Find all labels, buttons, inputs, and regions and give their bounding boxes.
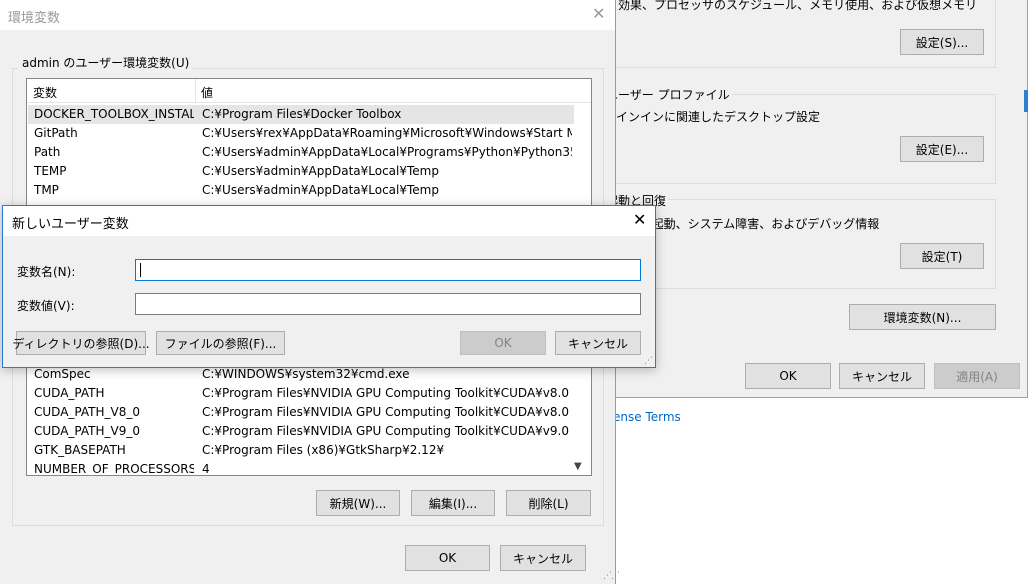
new-var-dialog-title: 新しいユーザー変数: [12, 217, 129, 232]
text-caret: [140, 263, 141, 277]
edit-variable-button[interactable]: 編集(I)...: [411, 490, 495, 516]
env-ok-button[interactable]: OK: [405, 545, 490, 571]
variable-name: ComSpec: [34, 367, 91, 381]
variable-name: CUDA_PATH: [34, 386, 105, 400]
variable-name: Path: [34, 145, 61, 159]
user-profile-heading: ユーザー プロファイル: [604, 86, 732, 103]
variable-value: C:¥Users¥admin¥AppData¥Local¥Temp: [202, 164, 439, 178]
new-user-variable-dialog: 新しいユーザー変数 ✕ 変数名(N): 変数値(V): ディレクトリの参照(D)…: [2, 205, 656, 368]
window-edge-accent: [1024, 90, 1028, 112]
user-profile-description: サインインに関連したデスクトップ設定: [604, 110, 821, 124]
variable-name-field[interactable]: [135, 259, 641, 281]
variable-value-field[interactable]: [135, 293, 641, 315]
startup-recovery-settings-button[interactable]: 設定(T): [900, 243, 984, 269]
resize-grip-icon[interactable]: ⋰⋰: [603, 571, 620, 581]
resize-grip-icon[interactable]: ⋰: [644, 356, 653, 366]
variable-value: C:¥Users¥admin¥AppData¥Local¥Programs¥Py…: [202, 145, 572, 159]
performance-settings-button[interactable]: 設定(S)...: [900, 29, 984, 55]
new-var-ok-button[interactable]: OK: [460, 331, 546, 355]
table-row[interactable]: CUDA_PATH C:¥Program Files¥NVIDIA GPU Co…: [28, 384, 574, 403]
table-row[interactable]: NUMBER_OF_PROCESSORS 4: [28, 460, 574, 476]
variable-value-label: 変数値(V):: [17, 299, 75, 313]
variable-value: C:¥Program Files¥NVIDIA GPU Computing To…: [202, 386, 569, 400]
variable-value: C:¥Program Files¥NVIDIA GPU Computing To…: [202, 405, 569, 419]
browse-file-button[interactable]: ファイルの参照(F)...: [156, 331, 285, 355]
user-variables-label: admin のユーザー環境変数(U): [18, 54, 194, 71]
list-header: 変数 値: [27, 79, 591, 103]
variable-name: CUDA_PATH_V8_0: [34, 405, 140, 419]
system-apply-button[interactable]: 適用(A): [934, 363, 1020, 389]
new-var-close-icon[interactable]: ✕: [633, 210, 646, 229]
variable-name: GitPath: [34, 126, 78, 140]
new-var-cancel-button[interactable]: キャンセル: [555, 331, 641, 355]
table-row[interactable]: TMP C:¥Users¥admin¥AppData¥Local¥Temp: [28, 181, 574, 200]
variable-name-label: 変数名(N):: [17, 265, 76, 279]
variable-name: TMP: [34, 183, 59, 197]
table-row[interactable]: CUDA_PATH_V9_0 C:¥Program Files¥NVIDIA G…: [28, 422, 574, 441]
license-terms-link[interactable]: ense Terms: [613, 410, 681, 424]
new-var-title-bar: 新しいユーザー変数 ✕: [3, 206, 655, 236]
user-profile-settings-button[interactable]: 設定(E)...: [900, 136, 984, 162]
column-divider[interactable]: [195, 79, 196, 103]
system-ok-button[interactable]: OK: [745, 363, 831, 389]
system-cancel-button[interactable]: キャンセル: [839, 363, 925, 389]
table-row[interactable]: GitPath C:¥Users¥rex¥AppData¥Roaming¥Mic…: [28, 124, 574, 143]
variable-value: C:¥Program Files¥Docker Toolbox: [202, 107, 402, 121]
table-row[interactable]: CUDA_PATH_V8_0 C:¥Program Files¥NVIDIA G…: [28, 403, 574, 422]
variable-name: DOCKER_TOOLBOX_INSTALL...: [34, 107, 194, 121]
system-variables-list[interactable]: ComSpec C:¥WINDOWS¥system32¥cmd.exe CUDA…: [26, 362, 592, 476]
env-cancel-button[interactable]: キャンセル: [500, 545, 586, 571]
table-row[interactable]: TEMP C:¥Users¥admin¥AppData¥Local¥Temp: [28, 162, 574, 181]
variable-name: CUDA_PATH_V9_0: [34, 424, 140, 438]
variable-value: C:¥WINDOWS¥system32¥cmd.exe: [202, 367, 410, 381]
delete-variable-button[interactable]: 削除(L): [506, 490, 591, 516]
env-close-icon[interactable]: ✕: [592, 4, 605, 23]
table-row[interactable]: DOCKER_TOOLBOX_INSTALL... C:¥Program Fil…: [28, 105, 574, 124]
table-row[interactable]: Path C:¥Users¥admin¥AppData¥Local¥Progra…: [28, 143, 574, 162]
variable-name: GTK_BASEPATH: [34, 443, 126, 457]
variable-value: C:¥Users¥admin¥AppData¥Local¥Temp: [202, 183, 439, 197]
user-variables-list[interactable]: 変数 値 DOCKER_TOOLBOX_INSTALL... C:¥Progra…: [26, 78, 592, 213]
column-header-value[interactable]: 値: [201, 84, 213, 101]
variable-value: C:¥Users¥rex¥AppData¥Roaming¥Microsoft¥W…: [202, 126, 572, 140]
env-dialog-title: 環境変数: [8, 11, 61, 26]
table-row[interactable]: GTK_BASEPATH C:¥Program Files (x86)¥GtkS…: [28, 441, 574, 460]
variable-name: NUMBER_OF_PROCESSORS: [34, 462, 194, 476]
variable-value: C:¥Program Files¥NVIDIA GPU Computing To…: [202, 424, 569, 438]
scroll-down-arrow-icon[interactable]: ▼: [574, 461, 582, 472]
environment-variables-button[interactable]: 環境変数(N)...: [849, 304, 996, 330]
variable-name: TEMP: [34, 164, 67, 178]
column-header-variable[interactable]: 変数: [33, 84, 57, 101]
variable-value: 4: [202, 462, 210, 476]
system-properties-window: 効果、プロセッサのスケジュール、メモリ使用、および仮想メモリ 設定(S)... …: [598, 0, 1028, 398]
new-variable-button[interactable]: 新規(W)...: [316, 490, 400, 516]
browse-directory-button[interactable]: ディレクトリの参照(D)...: [12, 331, 150, 355]
env-title-bar: 環境変数 ✕: [0, 0, 615, 30]
variable-value: C:¥Program Files (x86)¥GtkSharp¥2.12¥: [202, 443, 445, 457]
